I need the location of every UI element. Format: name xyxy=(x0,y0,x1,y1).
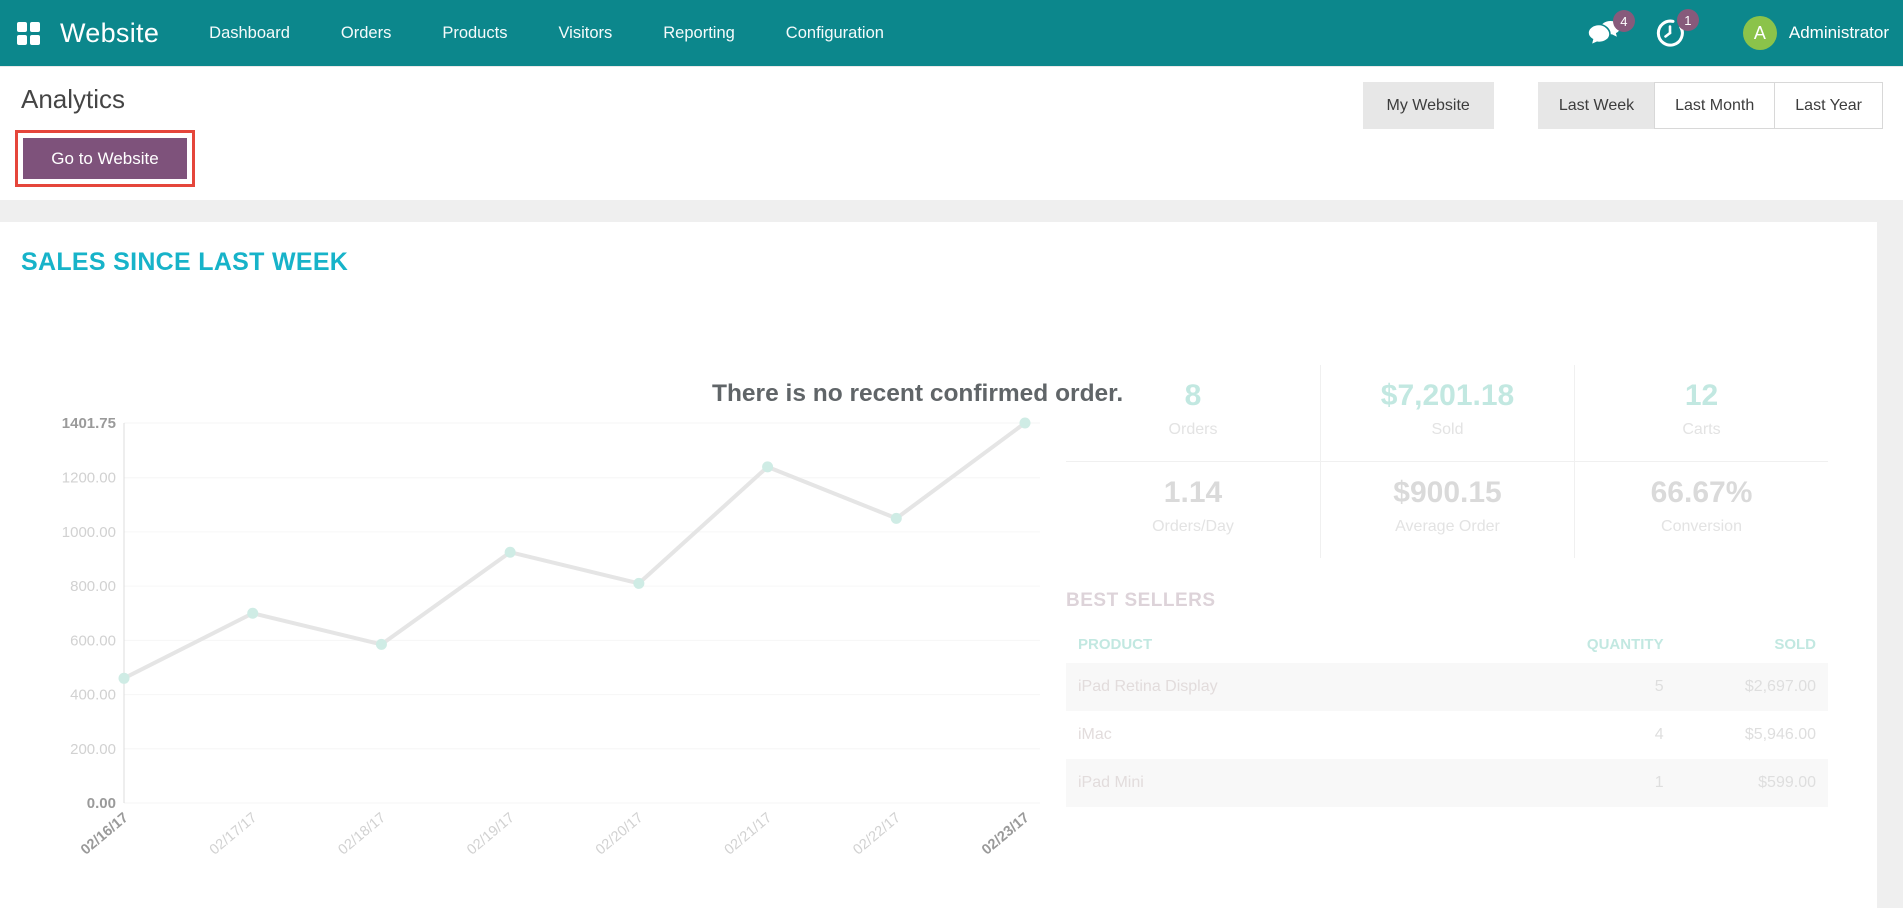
date-range-group: Last Week Last Month Last Year xyxy=(1537,82,1883,129)
x-axis-tick-label: 02/20/17 xyxy=(593,810,647,859)
menu-item-visitors[interactable]: Visitors xyxy=(558,24,612,43)
best-sellers-table: PRODUCT QUANTITY SOLD iPad Retina Display 5… xyxy=(1066,626,1828,807)
stat-orders: 8 Orders xyxy=(1066,365,1320,461)
range-button-last-week[interactable]: Last Week xyxy=(1537,82,1656,129)
x-axis-tick-label: 02/19/17 xyxy=(464,810,518,859)
stat-orders-day: 1.14 Orders/Day xyxy=(1066,461,1320,558)
apps-grid-icon[interactable] xyxy=(17,21,40,45)
stat-label: Orders xyxy=(1168,421,1218,438)
user-name: Administrator xyxy=(1788,23,1889,42)
stat-average-order: $900.15 Average Order xyxy=(1320,461,1574,558)
activities-badge: 1 xyxy=(1676,9,1699,31)
table-cell: iPad Mini xyxy=(1078,774,1144,791)
table-cell: 5 xyxy=(1654,678,1664,695)
y-axis-tick-label: 400.00 xyxy=(70,687,116,704)
x-axis-tick-label: 02/16/17 xyxy=(78,810,132,859)
data-point xyxy=(375,638,387,650)
stat-label: Average Order xyxy=(1395,518,1500,535)
systray: 4 1 A Administrator xyxy=(1587,9,1903,50)
stat-value: $7,201.18 xyxy=(1380,379,1515,412)
x-axis-tick-label: 02/17/17 xyxy=(207,810,261,859)
menu-item-products[interactable]: Products xyxy=(442,24,507,43)
dashboard-panel: SALES SINCE LAST WEEK 0.00 200.00 400.00 60… xyxy=(0,222,1877,908)
table-cell: iPad Retina Display xyxy=(1078,678,1218,695)
apps-grid-square xyxy=(30,21,40,32)
table-row: iPad Retina Display 5 $2,697.00 xyxy=(1066,663,1828,711)
data-point xyxy=(762,461,774,473)
stat-value: 8 xyxy=(1184,379,1202,412)
user-menu[interactable]: A Administrator xyxy=(1742,16,1889,50)
website-switcher-button[interactable]: My Website xyxy=(1362,82,1494,129)
data-point xyxy=(504,546,516,558)
go-to-website-button[interactable]: Go to Website xyxy=(23,138,187,179)
stat-sold: $7,201.18 Sold xyxy=(1320,365,1574,461)
stat-label: Carts xyxy=(1682,421,1721,438)
control-panel: Analytics My Website Last Week Last Month… xyxy=(0,66,1903,200)
x-axis-tick-label: 02/22/17 xyxy=(850,810,904,859)
range-button-last-month[interactable]: Last Month xyxy=(1654,82,1776,129)
table-cell: $5,946.00 xyxy=(1744,726,1816,743)
empty-orders-message: There is no recent confirmed order. xyxy=(712,380,1124,407)
best-sellers-title: BEST SELLERS xyxy=(1066,590,1216,611)
menu-item-configuration[interactable]: Configuration xyxy=(786,24,884,43)
table-row: iMac 4 $5,946.00 xyxy=(1066,711,1828,759)
control-panel-buttons: My Website Last Week Last Month Last Year xyxy=(1362,82,1883,129)
data-point xyxy=(118,672,130,684)
data-point xyxy=(247,607,259,619)
apps-grid-square xyxy=(17,21,27,32)
table-row: iPad Mini 1 $599.00 xyxy=(1066,759,1828,807)
column-header-product: PRODUCT xyxy=(1078,636,1153,653)
stat-carts: 12 Carts xyxy=(1574,365,1828,461)
app-name[interactable]: Website xyxy=(60,18,159,49)
sales-section-title: SALES SINCE LAST WEEK xyxy=(21,248,349,276)
stat-label: Orders/Day xyxy=(1152,518,1234,535)
x-axis-tick-label: 02/18/17 xyxy=(335,810,389,859)
data-point xyxy=(1019,417,1031,429)
x-axis-tick-label: 02/23/17 xyxy=(979,810,1033,859)
sales-line-chart: 0.00 200.00 400.00 600.00 800.00 1000.00 1200.… xyxy=(62,415,1040,859)
messages-button[interactable]: 4 xyxy=(1587,10,1635,47)
stat-value: 66.67% xyxy=(1650,476,1753,509)
stat-value: $900.15 xyxy=(1393,476,1502,509)
best-sellers-section: BEST SELLERS PRODUCT QUANTITY SOLD iPad Re… xyxy=(1066,590,1828,807)
stat-value: 1.14 xyxy=(1163,476,1223,509)
menu-item-dashboard[interactable]: Dashboard xyxy=(209,24,290,43)
x-axis-tick-label: 02/21/17 xyxy=(722,810,776,859)
y-axis-tick-label: 800.00 xyxy=(70,578,116,595)
stats-grid: 8 Orders $7,201.18 Sold 12 Carts 1.14 Orders/Da… xyxy=(1066,365,1828,558)
y-axis-tick-label: 600.00 xyxy=(70,632,116,649)
avatar: A xyxy=(1742,16,1777,50)
content-area: SALES SINCE LAST WEEK 0.00 200.00 400.00 60… xyxy=(0,200,1903,908)
data-point xyxy=(890,512,902,524)
table-cell: $599.00 xyxy=(1758,774,1816,791)
stat-conversion: 66.67% Conversion xyxy=(1574,461,1828,558)
activities-button[interactable]: 1 xyxy=(1655,9,1699,48)
stat-value: 12 xyxy=(1684,379,1719,412)
y-axis-tick-label: 0.00 xyxy=(87,795,116,812)
page-title: Analytics xyxy=(21,84,126,114)
column-header-quantity: QUANTITY xyxy=(1586,636,1664,653)
table-cell: 4 xyxy=(1654,726,1664,743)
table-cell: $2,697.00 xyxy=(1744,678,1816,695)
table-cell: iMac xyxy=(1078,726,1112,743)
column-header-sold: SOLD xyxy=(1774,636,1816,653)
table-cell: 1 xyxy=(1654,774,1664,791)
messages-badge: 4 xyxy=(1612,10,1635,32)
y-axis-tick-label: 1000.00 xyxy=(62,524,116,541)
stat-label: Sold xyxy=(1431,421,1464,438)
y-axis-tick-label: 200.00 xyxy=(70,741,116,758)
menu-item-orders[interactable]: Orders xyxy=(341,24,391,43)
y-axis-tick-label: 1200.00 xyxy=(62,470,116,487)
stat-label: Conversion xyxy=(1661,518,1742,535)
menu-item-reporting[interactable]: Reporting xyxy=(663,24,735,43)
y-axis-tick-label: 1401.75 xyxy=(62,415,116,432)
apps-grid-square xyxy=(30,34,40,45)
range-button-last-year[interactable]: Last Year xyxy=(1774,82,1883,129)
top-navbar: Website Dashboard Orders Products Visitors R… xyxy=(0,0,1903,66)
apps-grid-square xyxy=(17,34,27,45)
data-point xyxy=(633,577,645,589)
main-menu: Dashboard Orders Products Visitors Reporting… xyxy=(209,24,884,43)
goto-website-annotation: Go to Website xyxy=(15,130,195,187)
